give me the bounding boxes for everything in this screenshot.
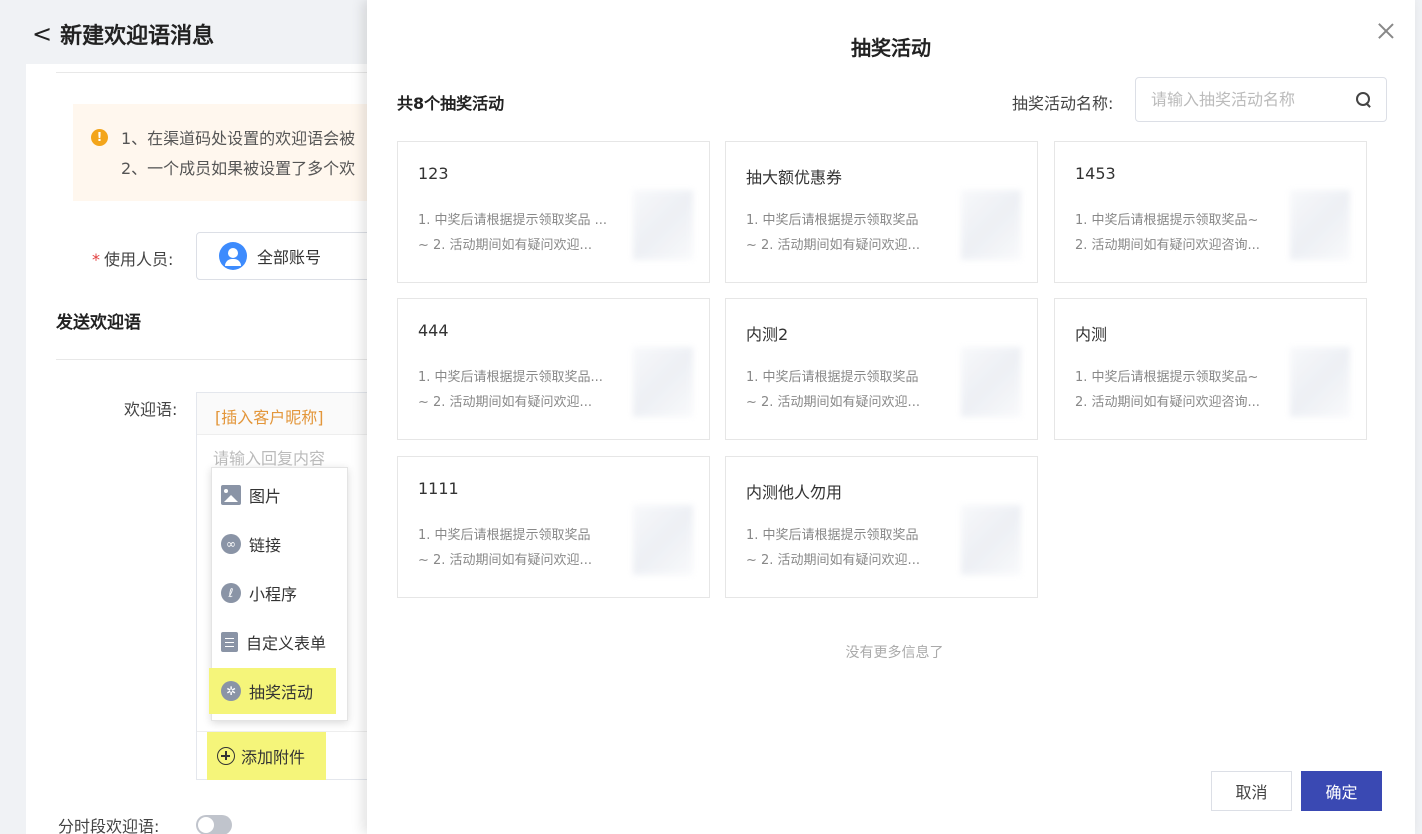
lottery-card[interactable]: 内测他人勿用 1. 中奖后请根据提示领取奖品 ~ 2. 活动期间如有疑问欢迎...	[725, 456, 1038, 598]
card-desc: 1. 中奖后请根据提示领取奖品~ 2. 活动期间如有疑问欢迎咨询...	[1075, 213, 1260, 253]
reply-content-input[interactable]: 请输入回复内容	[197, 435, 395, 469]
card-desc: 1. 中奖后请根据提示领取奖品 ~ 2. 活动期间如有疑问欢迎...	[746, 528, 920, 568]
notice-line-2: 2、一个成员如果被设置了多个欢	[121, 159, 356, 178]
card-thumbnail	[633, 505, 693, 575]
card-thumbnail	[1290, 347, 1350, 417]
add-attachment-button[interactable]: 添加附件	[207, 732, 326, 780]
lottery-card[interactable]: 1111 1. 中奖后请根据提示领取奖品 ~ 2. 活动期间如有疑问欢迎...	[397, 456, 710, 598]
form-icon	[221, 631, 238, 652]
lottery-card[interactable]: 内测2 1. 中奖后请根据提示领取奖品 ~ 2. 活动期间如有疑问欢迎...	[725, 298, 1038, 440]
user-icon	[219, 242, 247, 270]
card-title: 内测	[1075, 325, 1108, 344]
close-icon[interactable]	[1373, 18, 1399, 44]
card-title: 1453	[1075, 164, 1116, 183]
card-desc: 1. 中奖后请根据提示领取奖品 ~ 2. 活动期间如有疑问欢迎...	[746, 213, 920, 253]
search-box	[1135, 77, 1387, 122]
menu-item-image[interactable]: 图片	[212, 470, 347, 519]
card-title: 1111	[418, 479, 459, 498]
card-thumbnail	[961, 190, 1021, 260]
search-input[interactable]	[1137, 79, 1347, 120]
card-title: 内测他人勿用	[746, 483, 843, 502]
divider	[56, 72, 396, 73]
lottery-card[interactable]: 抽大额优惠券 1. 中奖后请根据提示领取奖品 ~ 2. 活动期间如有疑问欢迎...	[725, 141, 1038, 283]
activity-count: 共8个抽奖活动	[397, 94, 505, 113]
lottery-card[interactable]: 1453 1. 中奖后请根据提示领取奖品~ 2. 活动期间如有疑问欢迎咨询...	[1054, 141, 1367, 283]
welcome-label: 欢迎语:	[124, 400, 178, 419]
card-thumbnail	[633, 190, 693, 260]
menu-item-lottery[interactable]: ✲ 抽奖活动	[209, 668, 336, 714]
no-more-text: 没有更多信息了	[845, 645, 944, 661]
add-attachment-label: 添加附件	[241, 748, 306, 767]
menu-item-link[interactable]: ∞ 链接	[212, 519, 347, 568]
card-thumbnail	[1290, 190, 1350, 260]
mini-program-icon: ℓ	[221, 582, 241, 603]
search-icon[interactable]	[1356, 92, 1372, 108]
link-icon: ∞	[221, 533, 241, 554]
card-title: 444	[418, 321, 449, 340]
card-desc: 1. 中奖后请根据提示领取奖品 ~ 2. 活动期间如有疑问欢迎...	[746, 370, 920, 410]
section-title: 发送欢迎语	[56, 313, 141, 333]
cancel-button[interactable]: 取消	[1211, 771, 1292, 811]
plus-circle-icon	[217, 747, 235, 765]
menu-item-form[interactable]: 自定义表单	[212, 617, 347, 666]
image-icon	[221, 484, 241, 505]
card-thumbnail	[633, 347, 693, 417]
lottery-icon: ✲	[221, 681, 241, 701]
page-title: 新建欢迎语消息	[60, 24, 215, 49]
card-title: 123	[418, 164, 449, 183]
back-link[interactable]: < 新建欢迎语消息	[32, 18, 214, 50]
notice-line-1: 1、在渠道码处设置的欢迎语会被	[121, 129, 356, 148]
users-select[interactable]: 全部账号	[196, 232, 396, 280]
menu-item-mini-program[interactable]: ℓ 小程序	[212, 568, 347, 617]
attachment-menu: 图片 ∞ 链接 ℓ 小程序 自定义表单 ✲ 抽奖活动	[209, 467, 348, 721]
card-desc: 1. 中奖后请根据提示领取奖品... ~ 2. 活动期间如有疑问欢迎...	[418, 370, 603, 410]
info-icon: !	[91, 129, 108, 146]
card-title: 抽大额优惠券	[746, 168, 843, 187]
confirm-button[interactable]: 确定	[1301, 771, 1382, 811]
notice-box: ! 1、在渠道码处设置的欢迎语会被 2、一个成员如果被设置了多个欢	[73, 104, 393, 201]
lottery-card[interactable]: 123 1. 中奖后请根据提示领取奖品 ... ~ 2. 活动期间如有疑问欢迎..…	[397, 141, 710, 283]
chevron-left-icon[interactable]: <	[32, 20, 52, 48]
users-select-value: 全部账号	[257, 248, 322, 267]
lottery-card[interactable]: 444 1. 中奖后请根据提示领取奖品... ~ 2. 活动期间如有疑问欢迎...	[397, 298, 710, 440]
card-desc: 1. 中奖后请根据提示领取奖品 ... ~ 2. 活动期间如有疑问欢迎...	[418, 213, 608, 253]
lottery-modal: 抽奖活动 共8个抽奖活动 抽奖活动名称: 123 1. 中奖后请根据提示领取奖品…	[367, 0, 1415, 834]
card-desc: 1. 中奖后请根据提示领取奖品~ 2. 活动期间如有疑问欢迎咨询...	[1075, 370, 1260, 410]
users-label: * 使用人员:	[92, 250, 174, 269]
card-thumbnail	[961, 347, 1021, 417]
card-title: 内测2	[746, 325, 789, 344]
search-label: 抽奖活动名称:	[1012, 94, 1114, 113]
insert-nickname-button[interactable]: [插入客户昵称]	[197, 393, 395, 435]
modal-title: 抽奖活动	[851, 36, 931, 60]
timed-welcome-toggle[interactable]	[196, 815, 232, 834]
card-desc: 1. 中奖后请根据提示领取奖品 ~ 2. 活动期间如有疑问欢迎...	[418, 528, 592, 568]
lottery-card[interactable]: 内测 1. 中奖后请根据提示领取奖品~ 2. 活动期间如有疑问欢迎咨询...	[1054, 298, 1367, 440]
card-thumbnail	[961, 505, 1021, 575]
timed-welcome-label: 分时段欢迎语:	[58, 817, 160, 834]
divider	[56, 359, 396, 360]
